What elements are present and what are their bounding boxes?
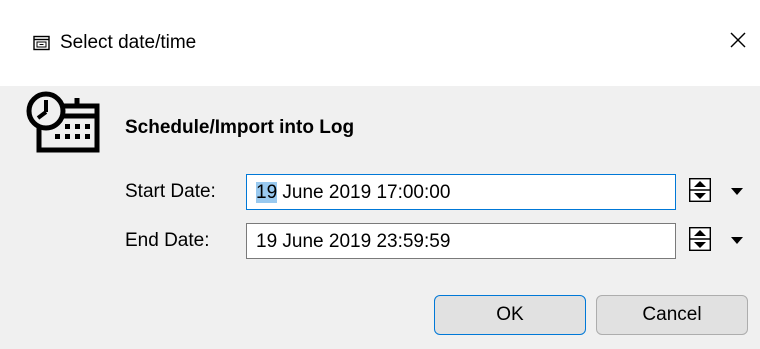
end-date-dropdown[interactable] — [724, 223, 750, 259]
title-bar: Select date/time — [0, 0, 760, 86]
start-date-label: Start Date: — [125, 181, 216, 202]
end-date-picker[interactable]: 19 June 2019 23:59:59 — [246, 223, 676, 259]
end-date-label: End Date: — [125, 230, 210, 251]
start-date-value[interactable]: 19 June 2019 17:00:00 — [256, 181, 450, 205]
calendar-window-icon — [33, 35, 50, 51]
close-icon — [729, 31, 747, 54]
clock-calendar-icon — [25, 90, 101, 156]
start-date-picker[interactable]: 19 June 2019 17:00:00 — [246, 174, 676, 210]
start-date-dropdown[interactable] — [724, 174, 750, 210]
dialog-heading: Schedule/Import into Log — [125, 117, 355, 138]
ok-button[interactable]: OK — [434, 295, 586, 335]
spin-updown-icon — [688, 177, 712, 207]
start-date-rest: June 2019 17:00:00 — [277, 182, 451, 203]
cancel-button[interactable]: Cancel — [596, 295, 748, 335]
end-date-value[interactable]: 19 June 2019 23:59:59 — [256, 230, 450, 254]
spin-updown-icon — [688, 226, 712, 256]
chevron-down-icon — [731, 232, 743, 250]
end-date-spinner[interactable] — [676, 223, 724, 259]
window-title: Select date/time — [60, 32, 197, 53]
start-date-day-selected: 19 — [256, 182, 278, 203]
close-button[interactable] — [726, 30, 750, 54]
start-date-spinner[interactable] — [676, 174, 724, 210]
chevron-down-icon — [731, 183, 743, 201]
